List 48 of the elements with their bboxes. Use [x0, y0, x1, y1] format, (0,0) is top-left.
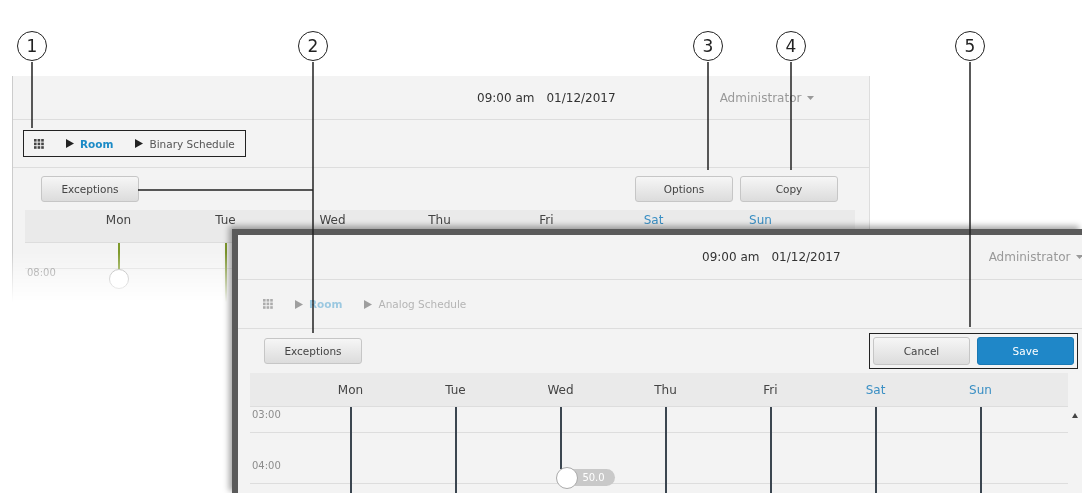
schedule-bar: [559, 407, 562, 469]
day-label: Fri: [538, 213, 555, 227]
callout-number: 1: [17, 31, 47, 61]
breadcrumb-link[interactable]: Binary Schedule: [135, 137, 235, 150]
callout-number: 2: [298, 31, 328, 61]
callout-number: 4: [776, 31, 806, 61]
toolbar-button[interactable]: Cancel: [873, 337, 970, 365]
day-label: Thu: [427, 213, 452, 227]
time-label: 03:00: [251, 408, 282, 422]
play-arrow-icon: [295, 299, 303, 309]
time-label: 08:00: [26, 266, 57, 280]
day-label: Tue: [444, 382, 467, 397]
time-label: 04:00: [251, 459, 282, 473]
day-label: Wed: [318, 213, 347, 227]
play-arrow-icon: [364, 299, 373, 309]
day-label: Sat: [864, 382, 887, 397]
day-label: Mon: [336, 382, 365, 397]
play-arrow-icon: [66, 139, 74, 148]
current-date: 01/12/2017: [546, 90, 616, 105]
exceptions-button[interactable]: Exceptions: [41, 176, 139, 202]
user-menu[interactable]: Administrator: [988, 250, 1082, 264]
toolbar-button[interactable]: Options: [635, 176, 733, 202]
slider-handle[interactable]: [108, 269, 129, 289]
schedule-bar: [117, 243, 120, 269]
day-label: Tue: [214, 213, 237, 227]
callout-number: 3: [693, 31, 723, 61]
toolbar-button[interactable]: Save: [977, 337, 1074, 365]
clock-time: 09:00 am: [702, 250, 760, 264]
leader-line: [31, 61, 33, 129]
breadcrumb-link[interactable]: Room: [66, 137, 114, 150]
day-label: Mon: [104, 213, 133, 227]
clock-time: 09:00 am: [477, 90, 535, 105]
caret-icon: [1076, 255, 1082, 259]
callout-number: 5: [955, 31, 985, 61]
day-label: Sun: [748, 213, 773, 227]
exceptions-button[interactable]: Exceptions: [264, 338, 362, 364]
day-label: Wed: [546, 382, 575, 397]
day-label: Sat: [642, 213, 665, 227]
day-label: Thu: [653, 382, 678, 397]
day-label: Sun: [968, 382, 993, 397]
caret-icon: [807, 95, 815, 100]
schedule-bar: [224, 243, 227, 302]
current-date: 01/12/2017: [771, 250, 841, 264]
scroll-up-icon[interactable]: [1072, 413, 1078, 418]
day-label: Fri: [762, 382, 779, 397]
apps-grid-icon[interactable]: [34, 138, 44, 149]
toolbar-button[interactable]: Copy: [740, 176, 838, 202]
play-arrow-icon: [135, 139, 144, 148]
